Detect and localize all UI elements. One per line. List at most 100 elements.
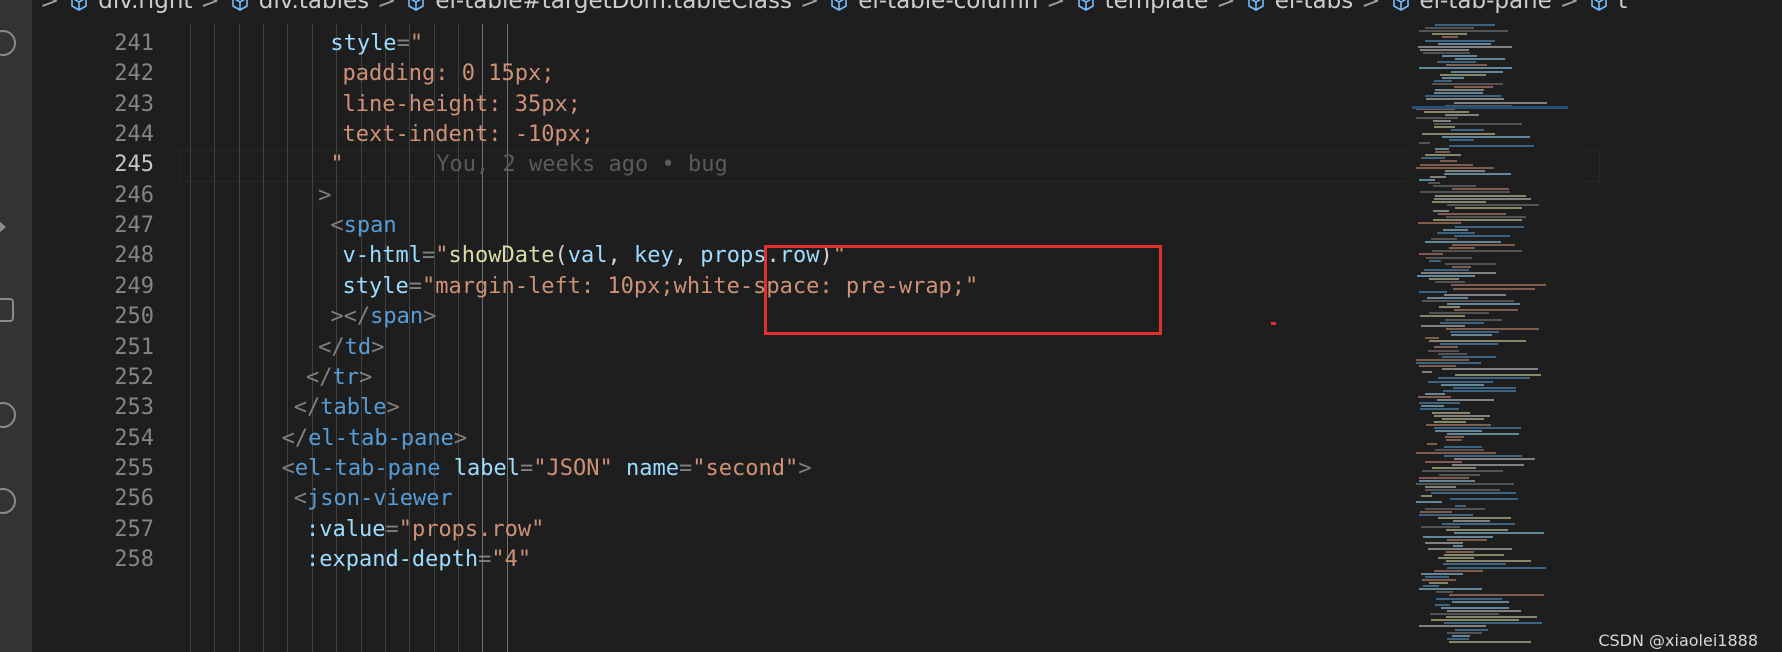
minimap-line	[1442, 355, 1496, 358]
code-token: name	[626, 455, 680, 481]
indent-guide	[190, 24, 191, 652]
minimap-line	[1425, 541, 1463, 544]
minimap-line	[1446, 529, 1508, 532]
minimap-line	[1426, 423, 1491, 426]
minimap-line	[1430, 613, 1499, 615]
breadcrumb-item[interactable]: div.tables	[230, 0, 369, 14]
code-token: line-height: 35px;	[342, 91, 581, 117]
minimap-line	[1447, 303, 1520, 305]
activity-run-icon[interactable]	[0, 220, 6, 234]
minimap-line	[1436, 591, 1453, 594]
minimap-line	[1434, 427, 1521, 429]
code-area[interactable]: style=" padding: 0 15px; line-height: 35px…	[172, 24, 1592, 652]
minimap-line	[1428, 380, 1493, 383]
minimap-line	[1425, 39, 1495, 42]
minimap-line	[1439, 473, 1480, 476]
line-number: 248	[114, 243, 154, 269]
minimap-line	[1425, 95, 1501, 98]
minimap-line	[1440, 73, 1486, 76]
breadcrumb-separator: >	[1559, 0, 1580, 14]
minimap-line	[1445, 262, 1496, 265]
minimap-line	[1444, 445, 1482, 448]
minimap-line	[1416, 358, 1469, 361]
code-token: json-viewer	[307, 486, 453, 512]
code-line[interactable]: ></span>	[330, 300, 436, 335]
minimap-line	[1453, 386, 1516, 389]
minimap-line	[1441, 383, 1484, 386]
minimap-line	[1416, 117, 1458, 119]
code-line[interactable]: style="	[330, 27, 423, 62]
code-line[interactable]: </el-tab-pane>	[282, 422, 467, 457]
minimap-line	[1446, 560, 1531, 563]
minimap-line	[1454, 86, 1493, 88]
minimap-line	[1443, 228, 1468, 231]
minimap-line	[1419, 290, 1447, 293]
minimap-line	[1416, 451, 1496, 454]
code-line[interactable]: <el-tab-pane label="JSON" name="second">	[282, 452, 812, 487]
minimap-line	[1447, 566, 1546, 569]
code-line[interactable]: </td>	[318, 331, 384, 366]
activity-settings-icon[interactable]	[0, 488, 16, 514]
minimap[interactable]	[1406, 24, 1568, 652]
code-token: "JSON"	[533, 455, 613, 481]
line-number: 250	[114, 304, 154, 330]
code-line[interactable]: </table>	[294, 391, 400, 426]
code-token: :value	[305, 516, 386, 542]
code-token: "4"	[491, 546, 532, 572]
code-line[interactable]: text-indent: -10px;	[343, 118, 595, 153]
code-token: <	[281, 455, 295, 481]
minimap-line	[1442, 368, 1538, 371]
minimap-line	[1421, 495, 1432, 498]
breadcrumb-item[interactable]: el-table#targetDom.tableClass	[406, 0, 792, 14]
minimap-line	[1449, 640, 1531, 643]
code-line[interactable]: </tr>	[306, 361, 372, 396]
line-number: 254	[114, 425, 154, 451]
code-line[interactable]: :expand-depth="4"	[306, 543, 531, 578]
minimap-line	[1421, 405, 1444, 408]
code-line[interactable]: >	[318, 179, 331, 214]
minimap-line	[1446, 439, 1462, 442]
breadcrumb-item[interactable]: el-table-column	[829, 0, 1038, 14]
minimap-line	[1429, 278, 1459, 281]
code-line[interactable]: padding: 0 15px;	[343, 57, 555, 92]
breadcrumb-item[interactable]: el-tab-pane	[1391, 0, 1552, 14]
minimap-line	[1419, 253, 1443, 256]
minimap-line	[1453, 520, 1490, 522]
minimap-line	[1429, 312, 1489, 315]
activity-account-icon[interactable]	[0, 402, 16, 428]
code-token: el-tab-pane	[308, 425, 454, 451]
minimap-line	[1442, 523, 1515, 526]
code-token: span	[343, 213, 397, 239]
breadcrumb-item[interactable]: t	[1589, 0, 1627, 14]
code-line[interactable]: :value="props.row"	[306, 513, 544, 548]
minimap-line	[1435, 148, 1449, 150]
code-line[interactable]: " You, 2 weeks ago • bug	[330, 148, 727, 183]
breadcrumb-item[interactable]: template	[1076, 0, 1208, 14]
symbol-class-icon	[406, 0, 426, 12]
minimap-line	[1442, 36, 1458, 39]
code-line[interactable]: <span	[330, 209, 396, 244]
line-number: 255	[114, 455, 154, 481]
breadcrumb-label: div.right	[98, 0, 193, 14]
code-line[interactable]: <json-viewer	[294, 482, 453, 517]
minimap-line	[1434, 420, 1466, 423]
minimap-line	[1430, 175, 1446, 178]
breadcrumb-label: el-tabs	[1274, 0, 1354, 14]
minimap-line	[1444, 554, 1504, 557]
minimap-line	[1419, 588, 1482, 591]
breadcrumb-item[interactable]: el-tabs	[1246, 0, 1354, 14]
minimap-line	[1419, 365, 1456, 367]
activity-extensions-icon[interactable]	[0, 298, 14, 322]
indent-guide	[263, 24, 265, 652]
minimap-line	[1419, 625, 1486, 628]
minimap-line	[1436, 597, 1502, 600]
minimap-line	[1444, 454, 1522, 457]
vertical-scrollbar[interactable]	[1568, 24, 1582, 652]
minimap-line	[1421, 324, 1465, 327]
symbol-class-icon	[1246, 0, 1266, 12]
code-line[interactable]: line-height: 35px;	[343, 88, 581, 123]
code-token: td	[344, 334, 372, 360]
code-editor[interactable]: 241 242 243 244 245 246 247 248 249 250 251 252 253 2…	[32, 24, 1600, 652]
breadcrumb-item[interactable]: div.right	[69, 0, 192, 14]
activity-search-icon[interactable]	[0, 30, 16, 56]
